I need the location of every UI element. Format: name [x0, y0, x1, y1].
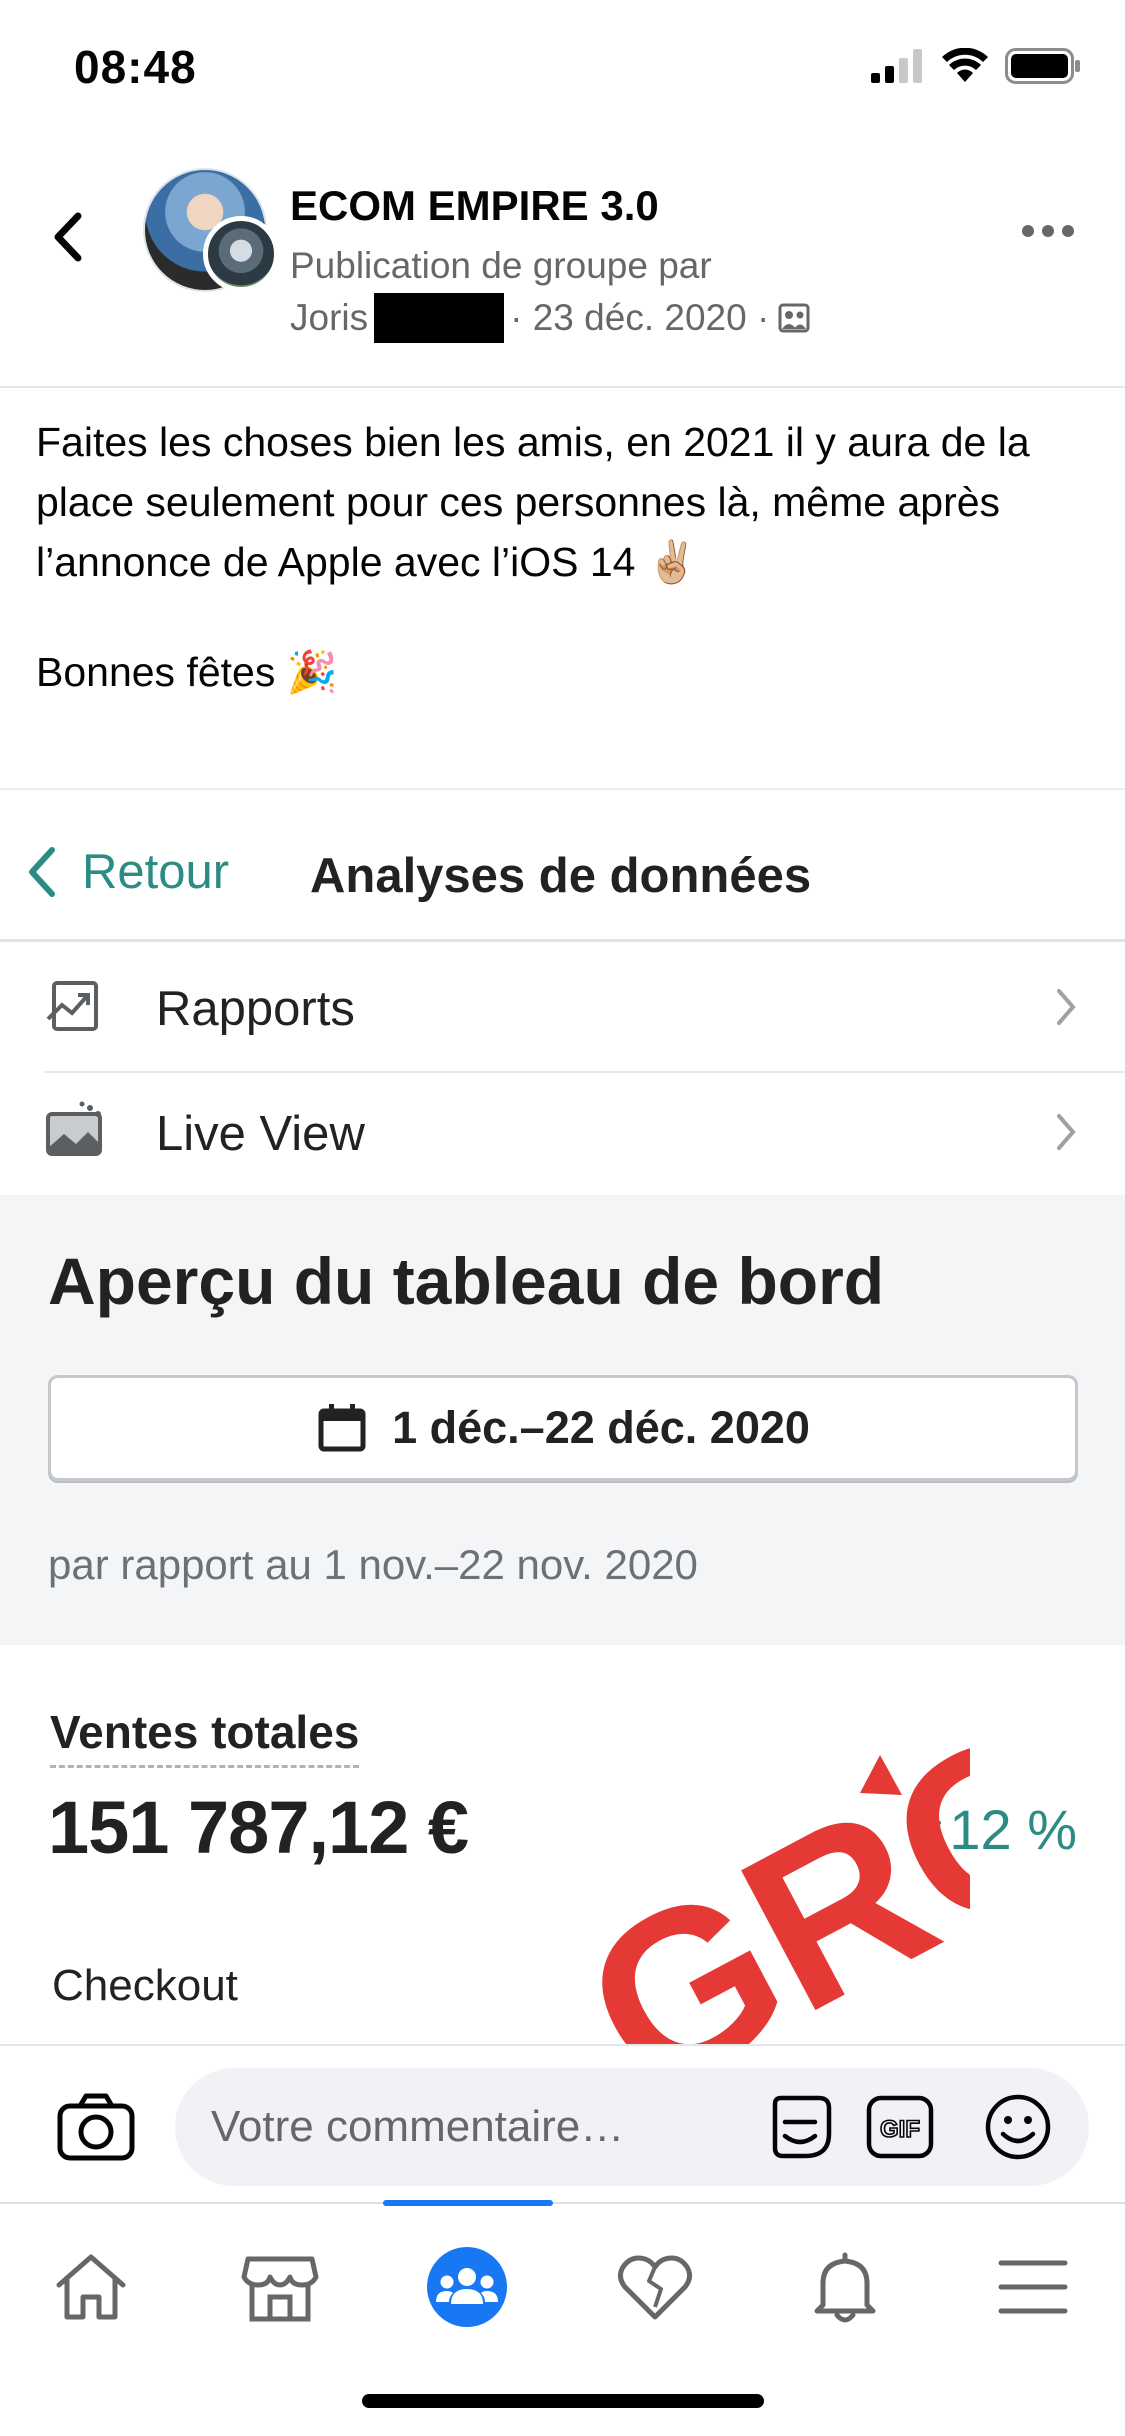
- post-body: Faites les choses bien les amis, en 2021…: [36, 412, 1096, 752]
- status-time: 08:48: [74, 41, 197, 93]
- compare-text: par rapport au 1 nov.–22 nov. 2020: [48, 1541, 698, 1588]
- comment-input-wrapper[interactable]: GIF: [175, 2068, 1089, 2186]
- signal-icon: [871, 49, 922, 83]
- date-range-label: 1 déc.–22 déc. 2020: [392, 1402, 810, 1453]
- post-paragraph: Bonnes fêtes 🎉: [36, 649, 338, 695]
- group-audience-icon: [778, 303, 810, 333]
- status-bar: 08:48: [0, 0, 1125, 140]
- author-name[interactable]: Joris: [290, 292, 368, 344]
- menu-item-label: Live View: [156, 1107, 365, 1161]
- overview-title: Aperçu du tableau de bord: [48, 1244, 885, 1318]
- gif-label: GIF: [880, 2116, 920, 2143]
- more-options-icon[interactable]: [1013, 216, 1083, 246]
- gif-icon[interactable]: GIF: [865, 2092, 935, 2162]
- embedded-nav-bar: Retour Analyses de données: [0, 790, 1125, 942]
- chevron-left-icon: [29, 847, 55, 897]
- calendar-icon: [318, 1404, 366, 1452]
- groups-icon: [427, 2247, 507, 2327]
- embedded-menu-item-reports: Rapports: [0, 945, 1125, 1071]
- grc-watermark-logo: GRC: [550, 1695, 970, 2044]
- tab-marketplace[interactable]: [225, 2232, 335, 2342]
- post-date[interactable]: · 23 déc. 2020 ·: [510, 292, 769, 344]
- home-indicator[interactable]: [362, 2394, 764, 2408]
- wifi-icon: [942, 48, 988, 82]
- marketplace-icon: [241, 2256, 319, 2322]
- embedded-title: Analyses de données: [310, 849, 812, 903]
- active-tab-indicator: [383, 2200, 553, 2206]
- dating-icon: [617, 2255, 693, 2320]
- total-sales-label: Ventes totales: [50, 1705, 360, 1768]
- emoji-icon[interactable]: [983, 2092, 1053, 2162]
- back-icon[interactable]: [44, 202, 94, 272]
- redaction-box: [374, 293, 505, 343]
- embedded-back-label: Retour: [82, 845, 230, 899]
- battery-icon: [1005, 48, 1080, 84]
- svg-text:GRC: GRC: [550, 1695, 970, 2044]
- sticker-icon[interactable]: [765, 2092, 835, 2162]
- post-image[interactable]: Retour Analyses de données Rapports Live…: [0, 788, 1125, 2044]
- post-header: ECOM EMPIRE 3.0 Publication de groupe pa…: [0, 150, 1125, 388]
- embedded-menu-item-live-view: Live View: [0, 1070, 1125, 1196]
- tab-notifications[interactable]: [790, 2232, 900, 2342]
- status-icons: [871, 48, 1081, 84]
- camera-icon[interactable]: [56, 2092, 136, 2162]
- menu-icon: [998, 2260, 1068, 2314]
- live-view-icon: [46, 1101, 102, 1156]
- tab-menu[interactable]: [978, 2232, 1088, 2342]
- comment-input[interactable]: [211, 2094, 771, 2160]
- embedded-back: Retour: [20, 840, 229, 904]
- total-sales-value: 151 787,12 €: [48, 1786, 469, 1869]
- tab-groups[interactable]: [412, 2232, 522, 2342]
- notifications-icon: [814, 2252, 876, 2323]
- post-paragraph: Faites les choses bien les amis, en 2021…: [36, 419, 1030, 585]
- post-meta: Publication de groupe par Joris · 23 déc…: [290, 240, 811, 344]
- dashboard-overview-panel: Aperçu du tableau de bord 1 déc.–22 déc.…: [0, 1195, 1125, 1645]
- chevron-right-icon: [1057, 989, 1076, 1025]
- tab-home[interactable]: [36, 2232, 146, 2342]
- total-sales-card: Ventes totales 151 787,12 € 12 % Checkou…: [0, 1645, 1125, 2044]
- menu-item-label: Rapports: [156, 982, 355, 1036]
- tab-dating[interactable]: [600, 2232, 710, 2342]
- reports-icon: [46, 981, 98, 1031]
- checkout-label: Checkout: [52, 1961, 238, 2010]
- author-line: Joris · 23 déc. 2020 ·: [290, 292, 811, 344]
- chevron-right-icon: [1057, 1114, 1076, 1150]
- group-name[interactable]: ECOM EMPIRE 3.0: [290, 182, 659, 230]
- comment-bar: GIF: [0, 2044, 1125, 2202]
- date-range-button: 1 déc.–22 déc. 2020: [48, 1375, 1078, 1481]
- post-subtitle: Publication de groupe par: [290, 245, 712, 286]
- author-avatar[interactable]: [203, 216, 279, 292]
- home-icon: [56, 2254, 126, 2320]
